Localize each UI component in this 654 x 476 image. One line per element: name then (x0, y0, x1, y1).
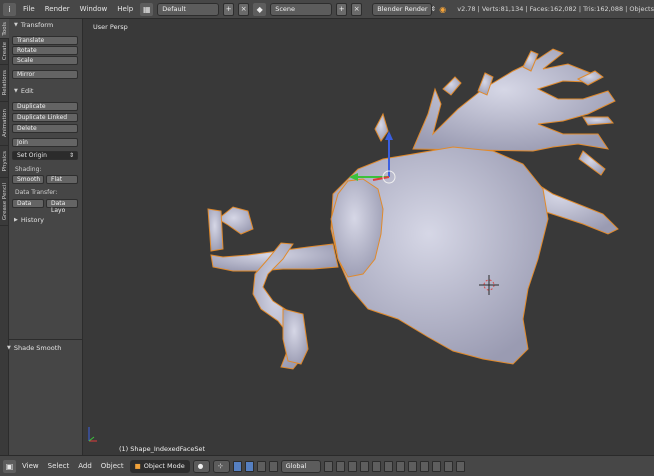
screen-layout-field[interactable]: Default (157, 2, 220, 16)
chevron-updown-icon: ⇕ (68, 152, 74, 159)
data-layout-button[interactable]: Data Layo (46, 199, 78, 214)
menu-help[interactable]: Help (114, 5, 136, 13)
snap-toggle[interactable] (419, 460, 429, 472)
rotate-button[interactable]: Rotate (12, 46, 78, 55)
layer-6[interactable] (383, 460, 393, 472)
layer-1[interactable] (323, 460, 333, 472)
render-icon[interactable] (443, 460, 453, 472)
remove-layout-button[interactable]: × (238, 2, 250, 16)
orientation-dropdown[interactable]: Global (280, 459, 321, 473)
menu-file[interactable]: File (20, 5, 38, 13)
scale-manipulator-toggle[interactable] (268, 460, 278, 472)
delete-button[interactable]: Delete (12, 124, 78, 133)
manipulator-toggle[interactable] (232, 460, 242, 472)
set-origin-label: Set Origin (17, 152, 47, 159)
pivot-icon: ⊹ (217, 462, 224, 470)
history-panel-header[interactable]: ▶ History (9, 214, 44, 225)
menu-add[interactable]: Add (75, 462, 95, 470)
editor-type-icon[interactable]: ▣ (3, 459, 16, 473)
mirror-button[interactable]: Mirror (12, 70, 78, 79)
menu-render[interactable]: Render (42, 5, 73, 13)
duplicate-linked-button[interactable]: Duplicate Linked (12, 113, 78, 122)
mode-value: Object Mode (143, 462, 185, 470)
scene-stats: v2.78 | Verts:81,134 | Faces:162,082 | T… (457, 5, 654, 13)
3d-view-header: ▣ View Select Add Object ■ Object Mode ●… (0, 455, 654, 476)
duplicate-button[interactable]: Duplicate (12, 102, 78, 111)
solid-shading-icon: ● (197, 462, 204, 470)
3d-viewport[interactable]: User Persp (1) Shape_IndexedFaceSet (83, 19, 654, 455)
scene-icon[interactable]: ◆ (253, 2, 267, 16)
panel-divider (9, 339, 83, 340)
data-transfer-label: Data Transfer: (15, 189, 58, 196)
flat-button[interactable]: Flat (46, 175, 78, 184)
rotate-manipulator-toggle[interactable] (256, 460, 266, 472)
translate-manipulator-toggle[interactable] (244, 460, 254, 472)
layer-3[interactable] (347, 460, 357, 472)
transform-panel-header[interactable]: ▼ Transform (9, 19, 82, 30)
render-engine-dropdown[interactable]: Blender Render ⇕ (372, 2, 436, 16)
render-engine-value: Blender Render (377, 5, 428, 13)
layer-5[interactable] (371, 460, 381, 472)
collapsed-triangle-icon: ▶ (14, 216, 18, 223)
shading-mode-dropdown[interactable]: ● (192, 459, 210, 473)
scale-button[interactable]: Scale (12, 56, 78, 65)
info-icon[interactable]: i (3, 2, 16, 16)
info-header: i File Render Window Help ▦ Default + × … (0, 0, 654, 19)
mode-dropdown[interactable]: ■ Object Mode (129, 459, 190, 473)
tab-grease-pencil[interactable]: Grease Pencil (0, 178, 9, 226)
menu-select[interactable]: Select (45, 462, 73, 470)
add-layout-button[interactable]: + (223, 2, 235, 16)
scene-field[interactable]: Scene (270, 2, 333, 16)
tool-shelf: ▼ Transform Translate Rotate Scale Mirro… (7, 19, 83, 455)
pivot-dropdown[interactable]: ⊹ (212, 459, 230, 473)
camera-icon[interactable] (455, 460, 465, 472)
expand-triangle-icon: ▼ (14, 21, 18, 28)
operator-panel-header[interactable]: ▼ Shade Smooth (2, 342, 61, 353)
active-object-label: (1) Shape_IndexedFaceSet (119, 445, 206, 453)
layer-lock-toggle[interactable] (395, 460, 405, 472)
data-button[interactable]: Data (12, 199, 44, 208)
set-origin-dropdown[interactable]: Set Origin ⇕ (12, 151, 78, 160)
expand-triangle-icon: ▼ (14, 87, 18, 94)
translate-button[interactable]: Translate (12, 36, 78, 45)
expand-triangle-icon: ▼ (7, 344, 11, 351)
view-axes-icon (88, 427, 97, 442)
menu-view[interactable]: View (19, 462, 42, 470)
snap-element-dropdown[interactable] (431, 460, 441, 472)
remove-scene-button[interactable]: × (351, 2, 363, 16)
proportional-edit-toggle[interactable] (407, 460, 417, 472)
tab-animation[interactable]: Animation (0, 102, 9, 146)
tool-shelf-tabs: Tools Create Relations Animation Physics… (0, 19, 9, 455)
tab-create[interactable]: Create (0, 39, 9, 65)
tab-relations[interactable]: Relations (0, 65, 9, 102)
scene-name: Scene (275, 5, 296, 13)
view-name-label: User Persp (93, 23, 128, 31)
menu-object[interactable]: Object (98, 462, 127, 470)
screen-layout-name: Default (162, 5, 186, 13)
edit-panel-header[interactable]: ▼ Edit (9, 85, 33, 96)
add-scene-button[interactable]: + (336, 2, 348, 16)
layer-4[interactable] (359, 460, 369, 472)
tab-physics[interactable]: Physics (0, 146, 9, 178)
smooth-button[interactable]: Smooth (12, 175, 44, 184)
menu-window[interactable]: Window (77, 5, 111, 13)
blender-logo-icon: ◉ (439, 4, 447, 14)
object-mode-icon: ■ (134, 462, 141, 470)
screen-layout-icon[interactable]: ▦ (140, 2, 154, 16)
orientation-value: Global (285, 462, 307, 470)
tab-tools[interactable]: Tools (0, 19, 9, 39)
layer-2[interactable] (335, 460, 345, 472)
shading-label: Shading: (15, 166, 42, 173)
join-button[interactable]: Join (12, 138, 78, 147)
heart-mesh-render (88, 48, 619, 442)
